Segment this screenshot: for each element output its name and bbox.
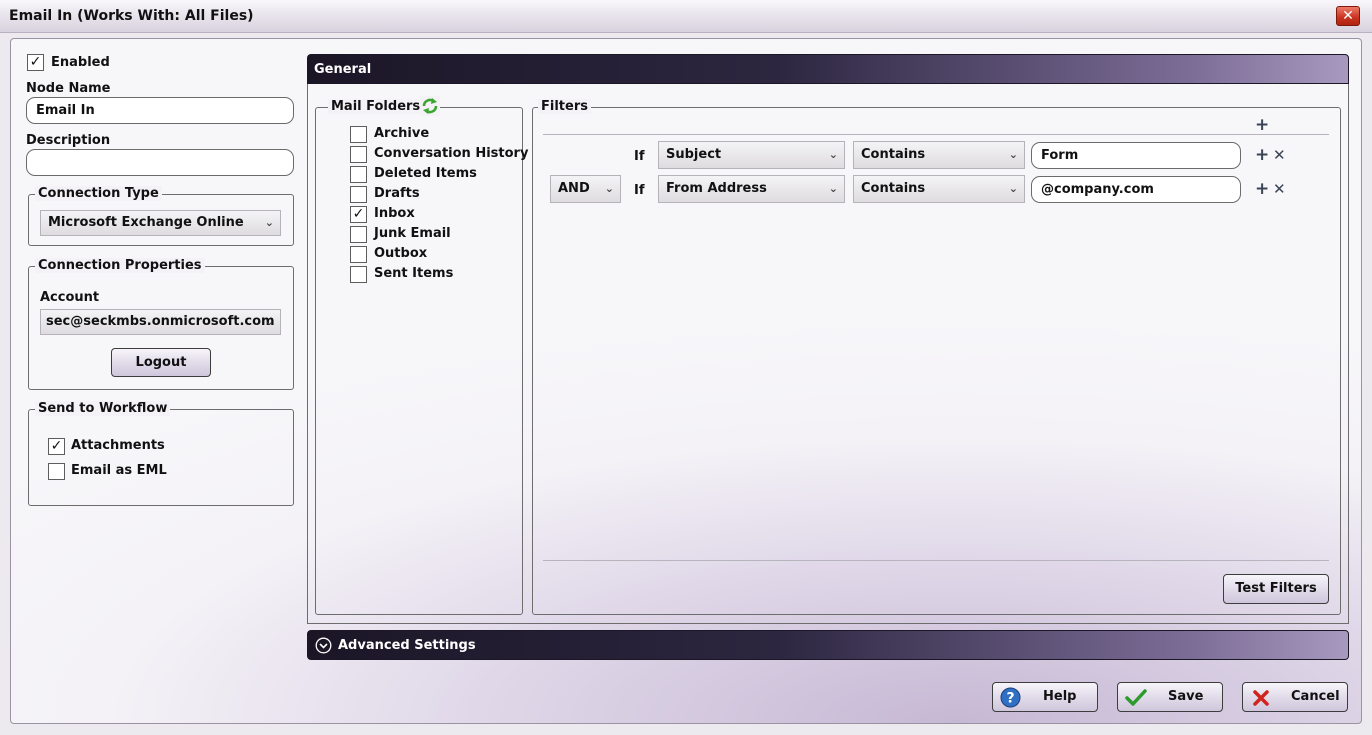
logout-button[interactable]: Logout bbox=[111, 348, 211, 377]
junk-email-checkbox[interactable] bbox=[350, 226, 367, 243]
dialog-body: ✓ Enabled Node Name Description Connecti… bbox=[10, 38, 1362, 724]
filters-top-divider bbox=[543, 134, 1329, 135]
check-icon: ✓ bbox=[352, 206, 365, 222]
filter-operator-select[interactable]: Contains ⌄ bbox=[853, 175, 1025, 203]
checkmark-icon bbox=[1125, 689, 1147, 706]
chevron-down-icon: ⌄ bbox=[1008, 182, 1018, 195]
cancel-label: Cancel bbox=[1291, 689, 1340, 704]
save-label: Save bbox=[1168, 689, 1204, 704]
filter-operator-value: Contains bbox=[861, 181, 926, 196]
refresh-icon[interactable] bbox=[420, 96, 440, 116]
expand-icon bbox=[315, 637, 332, 654]
title-bar: Email In (Works With: All Files) ✕ bbox=[0, 0, 1372, 33]
chevron-down-icon: ⌄ bbox=[264, 216, 274, 229]
test-filters-button[interactable]: Test Filters bbox=[1223, 574, 1329, 604]
close-button[interactable]: ✕ bbox=[1336, 6, 1360, 26]
save-button[interactable]: Save bbox=[1117, 682, 1223, 712]
node-name-label: Node Name bbox=[26, 81, 111, 96]
attachments-label: Attachments bbox=[71, 438, 165, 453]
filter-connector-select[interactable]: AND ⌄ bbox=[550, 175, 621, 203]
filters-legend: Filters bbox=[538, 99, 591, 114]
folder-label: Junk Email bbox=[374, 226, 451, 241]
inbox-checkbox[interactable]: ✓ bbox=[350, 206, 367, 223]
account-value: sec@seckmbs.onmicrosoft.com bbox=[46, 314, 275, 329]
node-name-input[interactable] bbox=[26, 97, 294, 124]
attachments-checkbox[interactable]: ✓ bbox=[48, 438, 65, 455]
account-label: Account bbox=[40, 290, 100, 305]
add-filter-icon[interactable]: + bbox=[1255, 116, 1269, 134]
filter-field-select[interactable]: From Address ⌄ bbox=[658, 175, 845, 203]
chevron-down-icon: ⌄ bbox=[604, 182, 614, 195]
window-title: Email In (Works With: All Files) bbox=[9, 8, 254, 24]
folder-label: Inbox bbox=[374, 206, 415, 221]
chevron-down-icon: ⌄ bbox=[1008, 148, 1018, 161]
drafts-checkbox[interactable] bbox=[350, 186, 367, 203]
filters-bottom-divider bbox=[543, 560, 1329, 561]
sent-items-checkbox[interactable] bbox=[350, 266, 367, 283]
check-icon: ✓ bbox=[29, 54, 42, 70]
filter-value-input[interactable] bbox=[1031, 176, 1241, 203]
send-to-workflow-group: Send to Workflow ✓ Attachments Email as … bbox=[28, 401, 294, 506]
folder-label: Deleted Items bbox=[374, 166, 477, 181]
folder-label: Conversation History bbox=[374, 146, 529, 161]
cancel-x-icon bbox=[1253, 690, 1269, 706]
general-header[interactable]: General bbox=[307, 54, 1349, 84]
close-icon: ✕ bbox=[1342, 8, 1354, 24]
description-label: Description bbox=[26, 133, 111, 148]
filter-if-label: If bbox=[634, 183, 645, 198]
svg-text:?: ? bbox=[1006, 691, 1014, 707]
mail-folders-title: Mail Folders bbox=[331, 99, 421, 114]
email-as-eml-checkbox[interactable] bbox=[48, 463, 65, 480]
enabled-checkbox[interactable]: ✓ bbox=[27, 54, 44, 71]
general-header-title: General bbox=[314, 62, 372, 77]
advanced-settings-title: Advanced Settings bbox=[338, 638, 476, 653]
filter-value-input[interactable] bbox=[1031, 142, 1241, 169]
filter-field-value: From Address bbox=[666, 181, 767, 196]
filters-panel: Filters + If Subject ⌄ Contains ⌄ + ✕ AN… bbox=[532, 99, 1341, 615]
account-select[interactable]: sec@seckmbs.onmicrosoft.com ⌄ bbox=[40, 309, 281, 335]
filter-operator-value: Contains bbox=[861, 147, 926, 162]
description-input[interactable] bbox=[26, 149, 294, 176]
outbox-checkbox[interactable] bbox=[350, 246, 367, 263]
advanced-settings-header[interactable]: Advanced Settings bbox=[307, 630, 1349, 660]
test-filters-label: Test Filters bbox=[1235, 581, 1317, 596]
folder-label: Outbox bbox=[374, 246, 428, 261]
connection-type-group: Connection Type Microsoft Exchange Onlin… bbox=[28, 186, 294, 246]
connection-properties-legend: Connection Properties bbox=[35, 258, 205, 273]
deleted-items-checkbox[interactable] bbox=[350, 166, 367, 183]
filter-field-select[interactable]: Subject ⌄ bbox=[658, 141, 845, 169]
chevron-down-icon: ⌄ bbox=[828, 182, 838, 195]
add-row-icon[interactable]: + bbox=[1255, 146, 1269, 164]
archive-checkbox[interactable] bbox=[350, 126, 367, 143]
help-button[interactable]: ? Help bbox=[992, 682, 1098, 712]
filter-operator-select[interactable]: Contains ⌄ bbox=[853, 141, 1025, 169]
folder-label: Archive bbox=[374, 126, 430, 141]
connection-type-select[interactable]: Microsoft Exchange Online ⌄ bbox=[40, 210, 281, 236]
connection-type-legend: Connection Type bbox=[35, 186, 162, 201]
remove-row-icon[interactable]: ✕ bbox=[1273, 180, 1286, 198]
send-to-workflow-legend: Send to Workflow bbox=[35, 401, 171, 416]
mail-folders-panel: Mail Folders Archive Conversation Histor… bbox=[315, 96, 528, 615]
filter-connector-value: AND bbox=[558, 181, 590, 196]
folder-label: Sent Items bbox=[374, 266, 454, 281]
connection-properties-group: Connection Properties Account sec@seckmb… bbox=[28, 258, 294, 390]
chevron-down-icon: ⌄ bbox=[828, 148, 838, 161]
remove-row-icon[interactable]: ✕ bbox=[1273, 146, 1286, 164]
filter-if-label: If bbox=[634, 149, 645, 164]
add-row-icon[interactable]: + bbox=[1255, 180, 1269, 198]
check-icon: ✓ bbox=[50, 438, 63, 454]
mail-folders-legend: Mail Folders bbox=[328, 99, 424, 114]
cancel-button[interactable]: Cancel bbox=[1242, 682, 1348, 712]
chevron-down-icon: ⌄ bbox=[264, 315, 274, 328]
filter-field-value: Subject bbox=[666, 147, 722, 162]
conversation-history-checkbox[interactable] bbox=[350, 146, 367, 163]
email-as-eml-label: Email as EML bbox=[71, 463, 167, 478]
help-label: Help bbox=[1043, 689, 1077, 704]
folder-label: Drafts bbox=[374, 186, 420, 201]
enabled-label: Enabled bbox=[51, 55, 110, 70]
logout-label: Logout bbox=[135, 355, 187, 370]
connection-type-value: Microsoft Exchange Online bbox=[48, 215, 244, 230]
help-icon: ? bbox=[1000, 687, 1021, 708]
